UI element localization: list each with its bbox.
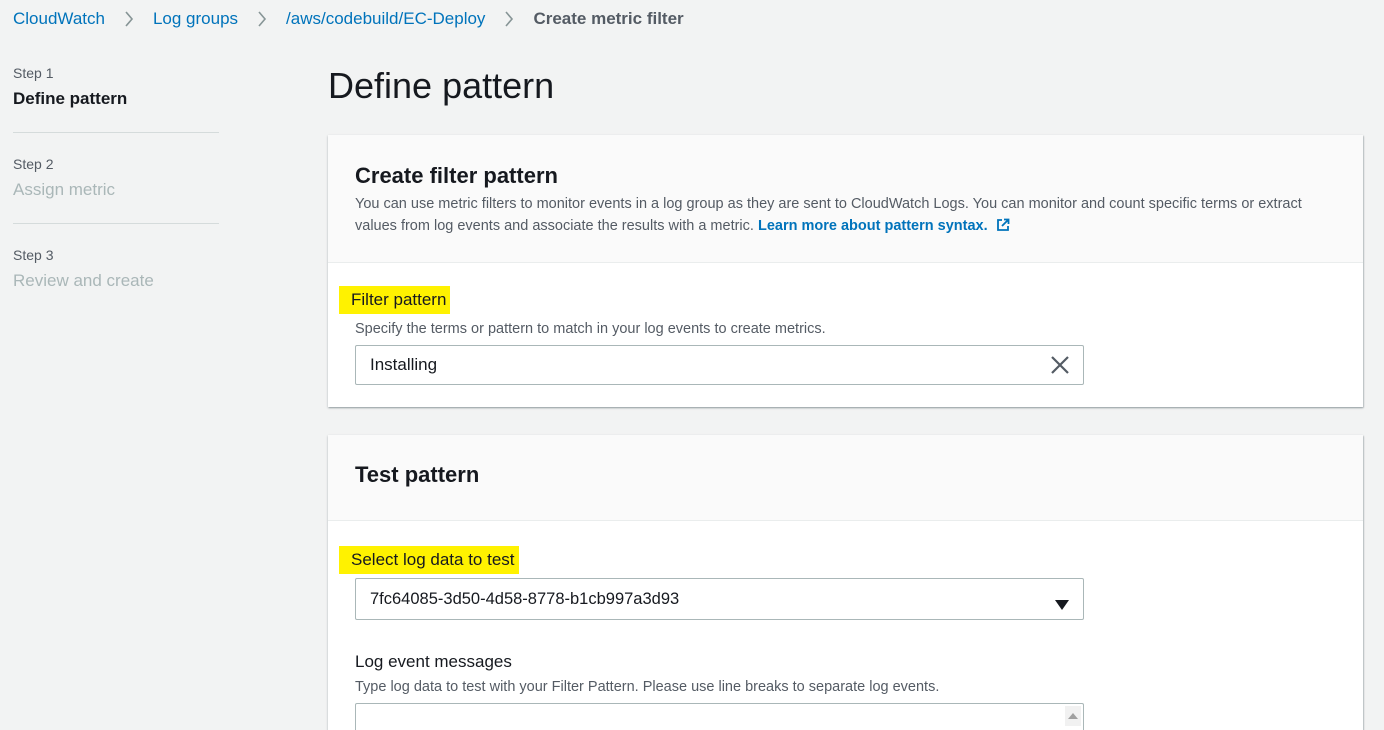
wizard-step-1: Step 1 Define pattern [13, 64, 219, 110]
chevron-right-icon [105, 8, 153, 30]
filter-pattern-body: Filter pattern Specify the terms or patt… [328, 263, 1363, 385]
breadcrumb-log-group-link[interactable]: /aws/codebuild/EC-Deploy [286, 9, 485, 29]
chevron-right-icon [485, 8, 533, 30]
breadcrumb-current: Create metric filter [533, 9, 684, 28]
step-number: Step 2 [13, 156, 54, 172]
learn-more-label: Learn more about pattern syntax. [757, 218, 988, 234]
breadcrumb-log-groups-link[interactable]: Log groups [153, 9, 238, 29]
wizard-step-3: Step 3 Review and create [13, 246, 219, 292]
filter-pattern-description: Specify the terms or pattern to match in… [355, 321, 826, 337]
filter-pattern-container: Create filter pattern You can use metric… [328, 135, 1363, 407]
log-data-select-value: 7fc64085-3d50-4d58-8778-b1cb997a3d93 [370, 589, 680, 608]
filter-pattern-label: Filter pattern [339, 286, 451, 314]
breadcrumb: CloudWatch Log groups /aws/codebuild/EC-… [13, 8, 684, 30]
step-title: Assign metric [13, 180, 116, 199]
section-title: Create filter pattern [355, 163, 558, 188]
log-event-messages-textarea[interactable] [355, 703, 1084, 730]
filter-pattern-value: Installing [370, 355, 438, 374]
scroll-up-icon[interactable] [1065, 706, 1081, 726]
learn-more-link[interactable]: Learn more about pattern syntax. [758, 218, 1010, 234]
select-log-data-label: Select log data to test [339, 546, 519, 574]
wizard-step-2: Step 2 Assign metric [13, 155, 219, 201]
log-data-select[interactable]: 7fc64085-3d50-4d58-8778-b1cb997a3d93 [355, 578, 1084, 620]
external-link-icon [996, 217, 1010, 239]
step-divider [13, 132, 219, 133]
page-title: Define pattern [328, 65, 555, 106]
step-number: Step 1 [13, 65, 54, 81]
section-title: Test pattern [355, 462, 480, 487]
step-number: Step 3 [13, 247, 54, 263]
step-title: Define pattern [13, 89, 128, 108]
test-pattern-body: Select log data to test 7fc64085-3d50-4d… [328, 521, 1363, 730]
caret-down-icon [1055, 595, 1069, 610]
log-event-messages-description: Type log data to test with your Filter P… [355, 679, 940, 695]
filter-pattern-input[interactable]: Installing [355, 345, 1084, 385]
close-icon[interactable] [1049, 354, 1071, 376]
test-pattern-container: Test pattern Select log data to test 7fc… [328, 435, 1363, 730]
step-divider [13, 223, 219, 224]
test-pattern-header: Test pattern [328, 435, 1363, 521]
section-description: You can use metric filters to monitor ev… [355, 193, 1330, 239]
chevron-right-icon [238, 8, 286, 30]
filter-pattern-header: Create filter pattern You can use metric… [328, 135, 1363, 263]
wizard-steps: Step 1 Define pattern Step 2 Assign metr… [13, 64, 219, 292]
breadcrumb-cloudwatch-link[interactable]: CloudWatch [13, 9, 105, 29]
log-event-messages-label: Log event messages [355, 652, 512, 671]
step-title: Review and create [13, 271, 154, 290]
